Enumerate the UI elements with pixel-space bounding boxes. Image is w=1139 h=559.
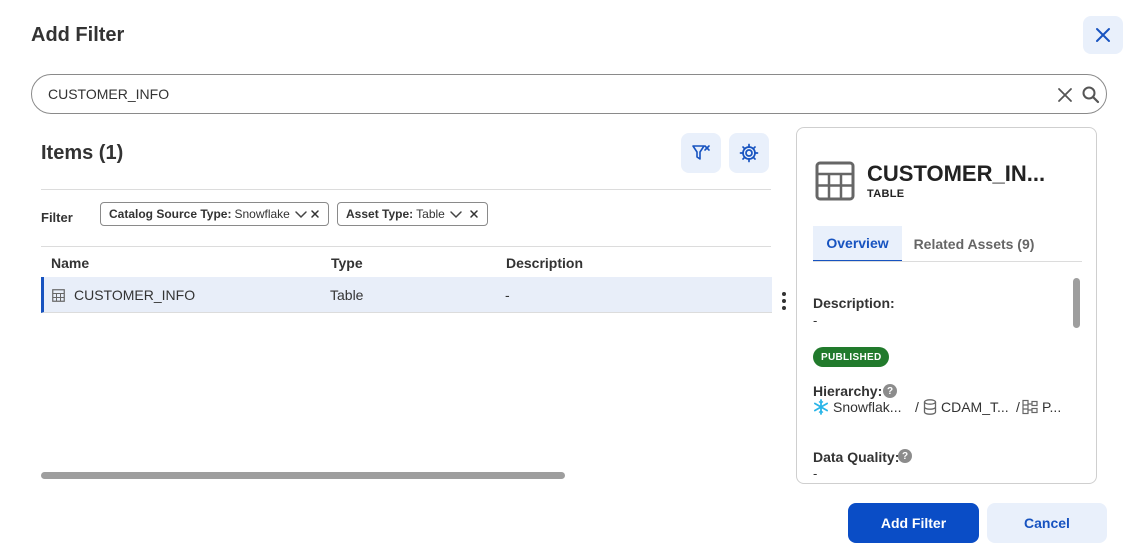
chip-key: Catalog Source Type: xyxy=(109,207,232,221)
description-label: Description: xyxy=(813,295,895,311)
column-header-name[interactable]: Name xyxy=(51,255,89,271)
tab-related-assets[interactable]: Related Assets (9) xyxy=(909,226,1039,262)
column-header-description[interactable]: Description xyxy=(506,255,583,271)
search-icon[interactable] xyxy=(1081,85,1101,105)
hierarchy-item-database[interactable]: CDAM_T... xyxy=(923,399,1009,415)
close-icon xyxy=(1096,28,1110,42)
description-value: - xyxy=(813,313,818,328)
filter-label: Filter xyxy=(41,210,73,225)
gear-icon xyxy=(739,143,759,163)
items-title: Items (1) xyxy=(41,142,124,164)
add-filter-dialog: Add Filter Items (1) Filter Catalog Sour… xyxy=(0,0,1139,559)
hierarchy-database: CDAM_T... xyxy=(941,399,1009,415)
chip-value: Table xyxy=(416,207,445,221)
schema-icon xyxy=(1022,399,1038,415)
divider xyxy=(41,246,771,247)
tab-divider xyxy=(813,261,1082,262)
clear-icon[interactable] xyxy=(1056,86,1074,104)
filter-chip-catalog-source-type[interactable]: Catalog Source Type: Snowflake xyxy=(100,202,329,226)
horizontal-scrollbar[interactable] xyxy=(41,472,565,479)
hierarchy-item-schema[interactable]: P... xyxy=(1022,399,1061,415)
data-quality-label: Data Quality: xyxy=(813,449,900,465)
help-icon[interactable]: ? xyxy=(883,384,897,398)
hierarchy-label: Hierarchy: xyxy=(813,383,883,399)
database-icon xyxy=(923,399,937,415)
snowflake-icon xyxy=(814,399,828,415)
search-input[interactable] xyxy=(48,84,1028,104)
cell-description: - xyxy=(505,287,510,303)
close-button[interactable] xyxy=(1083,16,1123,54)
add-filter-button[interactable]: Add Filter xyxy=(848,503,979,543)
hierarchy-source: Snowflak... xyxy=(833,399,902,415)
remove-chip-icon[interactable] xyxy=(309,208,321,220)
detail-panel: CUSTOMER_IN... TABLE Overview Related As… xyxy=(796,127,1097,484)
dialog-title: Add Filter xyxy=(31,24,125,46)
table-icon xyxy=(815,161,855,201)
divider xyxy=(41,189,771,190)
hierarchy-separator: / xyxy=(915,399,919,415)
clear-filters-button[interactable] xyxy=(681,133,721,173)
cancel-button[interactable]: Cancel xyxy=(987,503,1107,543)
chip-value: Snowflake xyxy=(234,207,290,221)
kebab-icon[interactable] xyxy=(779,291,789,311)
help-icon[interactable]: ? xyxy=(898,449,912,463)
table-icon xyxy=(52,289,65,302)
filter-chip-asset-type[interactable]: Asset Type: Table xyxy=(337,202,488,226)
data-quality-value: - xyxy=(813,466,818,481)
cell-type: Table xyxy=(330,287,364,303)
asset-type: TABLE xyxy=(867,188,905,200)
vertical-scrollbar[interactable] xyxy=(1073,278,1080,328)
chevron-down-icon[interactable] xyxy=(294,207,308,221)
table-row[interactable]: CUSTOMER_INFO Table - xyxy=(41,277,772,313)
hierarchy-item-source[interactable]: Snowflak... xyxy=(813,399,901,415)
asset-name: CUSTOMER_IN... xyxy=(867,161,1046,186)
remove-chip-icon[interactable] xyxy=(468,208,480,220)
settings-button[interactable] xyxy=(729,133,769,173)
search-bar xyxy=(31,74,1107,114)
chevron-down-icon[interactable] xyxy=(449,207,463,221)
chip-key: Asset Type: xyxy=(346,207,414,221)
clear-filter-icon xyxy=(692,145,710,160)
status-badge: PUBLISHED xyxy=(813,347,890,367)
cell-name: CUSTOMER_INFO xyxy=(74,287,196,303)
hierarchy-schema: P... xyxy=(1042,399,1062,415)
tab-overview[interactable]: Overview xyxy=(813,226,902,262)
hierarchy-separator: / xyxy=(1016,399,1020,415)
column-header-type[interactable]: Type xyxy=(331,255,363,271)
